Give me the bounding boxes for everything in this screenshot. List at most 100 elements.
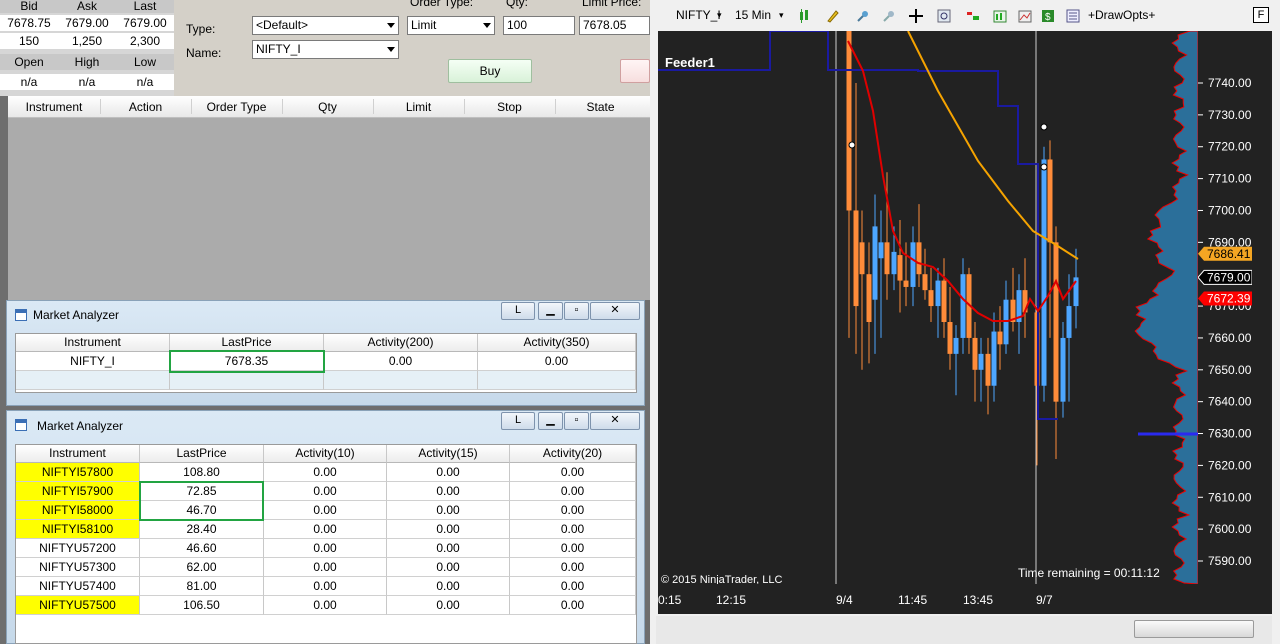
column-header[interactable]: Activity(10) [264,445,387,463]
instrument-cell[interactable]: NIFTYI57800 [16,463,140,482]
qty-input[interactable]: 100 [503,16,575,35]
type-select[interactable]: <Default> [252,16,399,35]
value-cell[interactable]: 0.00 [387,596,510,615]
value-cell[interactable]: 0.00 [510,482,636,501]
instrument-cell[interactable]: NIFTY_I [16,352,170,371]
empty-cell[interactable] [16,371,170,390]
float-toggle-button[interactable]: F [1253,7,1269,23]
instrument-cell[interactable]: NIFTYI58000 [16,501,140,520]
chevron-down-icon[interactable]: ▾ [779,10,784,21]
magnifier-icon[interactable] [937,9,951,23]
instrument-cell[interactable]: NIFTYI58100 [16,520,140,539]
value-cell[interactable]: 0.00 [387,577,510,596]
column-header[interactable]: Activity(15) [387,445,510,463]
restore-button[interactable]: ▫ [564,412,589,430]
value-cell[interactable]: 106.50 [140,596,264,615]
limit-price-input[interactable]: 7678.05 [579,16,650,35]
value-cell[interactable]: 0.00 [510,596,636,615]
instrument-cell[interactable]: NIFTYU57400 [16,577,140,596]
value-cell[interactable]: 0.00 [264,539,387,558]
col-order-type[interactable]: Order Type [191,100,282,114]
value-cell[interactable]: 0.00 [264,463,387,482]
column-header[interactable]: Activity(350) [478,334,636,352]
value-cell[interactable]: 0.00 [510,539,636,558]
value-cell[interactable]: 0.00 [264,558,387,577]
value-cell[interactable]: 0.00 [510,463,636,482]
value-cell[interactable]: 0.00 [510,577,636,596]
col-limit[interactable]: Limit [373,100,464,114]
value-cell[interactable]: 0.00 [324,352,478,371]
column-header[interactable]: Activity(20) [510,445,636,463]
value-cell[interactable]: 0.00 [264,596,387,615]
minimize-button[interactable]: ▁ [538,412,563,430]
value-cell[interactable]: 0.00 [510,520,636,539]
value-cell[interactable]: 28.40 [140,520,264,539]
value-cell[interactable]: 0.00 [264,577,387,596]
col-action[interactable]: Action [100,100,191,114]
instrument-cell[interactable]: NIFTYI57900 [16,482,140,501]
value-cell[interactable]: 0.00 [387,463,510,482]
horizontal-scrollbar[interactable] [656,616,1272,644]
value-cell[interactable]: 0.00 [387,539,510,558]
properties-icon[interactable] [1066,9,1080,23]
interval-selector[interactable]: 15 Min [735,8,771,22]
empty-cell[interactable] [170,371,324,390]
order-type-select[interactable]: Limit [407,16,495,35]
price-axis[interactable]: 7740.007730.007720.007710.007700.007690.… [1198,31,1252,584]
close-button[interactable]: ✕ [590,302,640,320]
link-button[interactable]: L [501,302,535,320]
buy-button[interactable]: Buy [448,59,532,83]
column-header[interactable]: Activity(200) [324,334,478,352]
value-cell[interactable]: 0.00 [387,501,510,520]
col-state[interactable]: State [555,100,646,114]
zoom-in-icon[interactable] [856,9,870,23]
value-cell[interactable]: 0.00 [387,558,510,577]
empty-cell[interactable] [478,371,636,390]
instrument-selector[interactable]: NIFTY_I [676,8,721,22]
column-header[interactable]: Instrument [16,445,140,463]
dollar-icon[interactable]: $ [1041,9,1055,23]
instrument-cell[interactable]: NIFTYU57500 [16,596,140,615]
value-cell[interactable]: 0.00 [387,482,510,501]
market-analyzer-grid-2[interactable]: Instrument LastPrice Activity(10) Activity(… [15,444,637,644]
drawopts-button[interactable]: +DrawOpts+ [1088,8,1155,22]
col-stop[interactable]: Stop [464,100,555,114]
value-cell[interactable]: 0.00 [264,501,387,520]
col-instrument[interactable]: Instrument [8,100,100,114]
value-cell[interactable]: 0.00 [510,558,636,577]
minimize-button[interactable]: ▁ [538,302,563,320]
pencil-icon[interactable] [826,9,840,23]
chevron-down-icon[interactable]: ▾ [717,10,722,21]
link-button[interactable]: L [501,412,535,430]
indicators-icon[interactable] [993,9,1007,23]
price-plot[interactable]: Feeder1 © 2015 NinjaTrader, LLC Time rem… [658,31,1198,584]
instrument-cell[interactable]: NIFTYU57300 [16,558,140,577]
column-header[interactable]: Instrument [16,334,170,352]
empty-cell[interactable] [324,371,478,390]
value-cell[interactable]: 0.00 [478,352,636,371]
data-series-icon[interactable] [966,9,980,23]
value-cell[interactable]: 108.80 [140,463,264,482]
value-cell[interactable]: 0.00 [510,501,636,520]
value-cell[interactable]: 62.00 [140,558,264,577]
value-cell[interactable]: 0.00 [264,482,387,501]
market-analyzer-grid-1[interactable]: Instrument LastPrice Activity(200) Activity… [15,333,637,393]
value-cell[interactable]: 81.00 [140,577,264,596]
scrollbar-thumb[interactable] [1134,620,1254,638]
orders-grid[interactable]: Instrument Action Order Type Qty Limit S… [8,96,650,300]
close-button[interactable]: ✕ [590,412,640,430]
value-cell[interactable]: 0.00 [264,520,387,539]
candlestick-icon[interactable] [798,9,812,23]
value-cell[interactable]: 0.00 [387,520,510,539]
restore-button[interactable]: ▫ [564,302,589,320]
name-select[interactable]: NIFTY_I [252,40,399,59]
strategies-icon[interactable] [1018,9,1032,23]
col-qty[interactable]: Qty [282,100,373,114]
zoom-out-icon[interactable] [882,9,896,23]
sell-button[interactable] [620,59,650,83]
column-header[interactable]: LastPrice [140,445,264,463]
crosshair-icon[interactable] [909,9,923,23]
instrument-cell[interactable]: NIFTYU57200 [16,539,140,558]
value-cell[interactable]: 46.60 [140,539,264,558]
time-axis[interactable]: 0:15 12:15 9/4 11:45 13:45 9/7 [658,584,1252,614]
